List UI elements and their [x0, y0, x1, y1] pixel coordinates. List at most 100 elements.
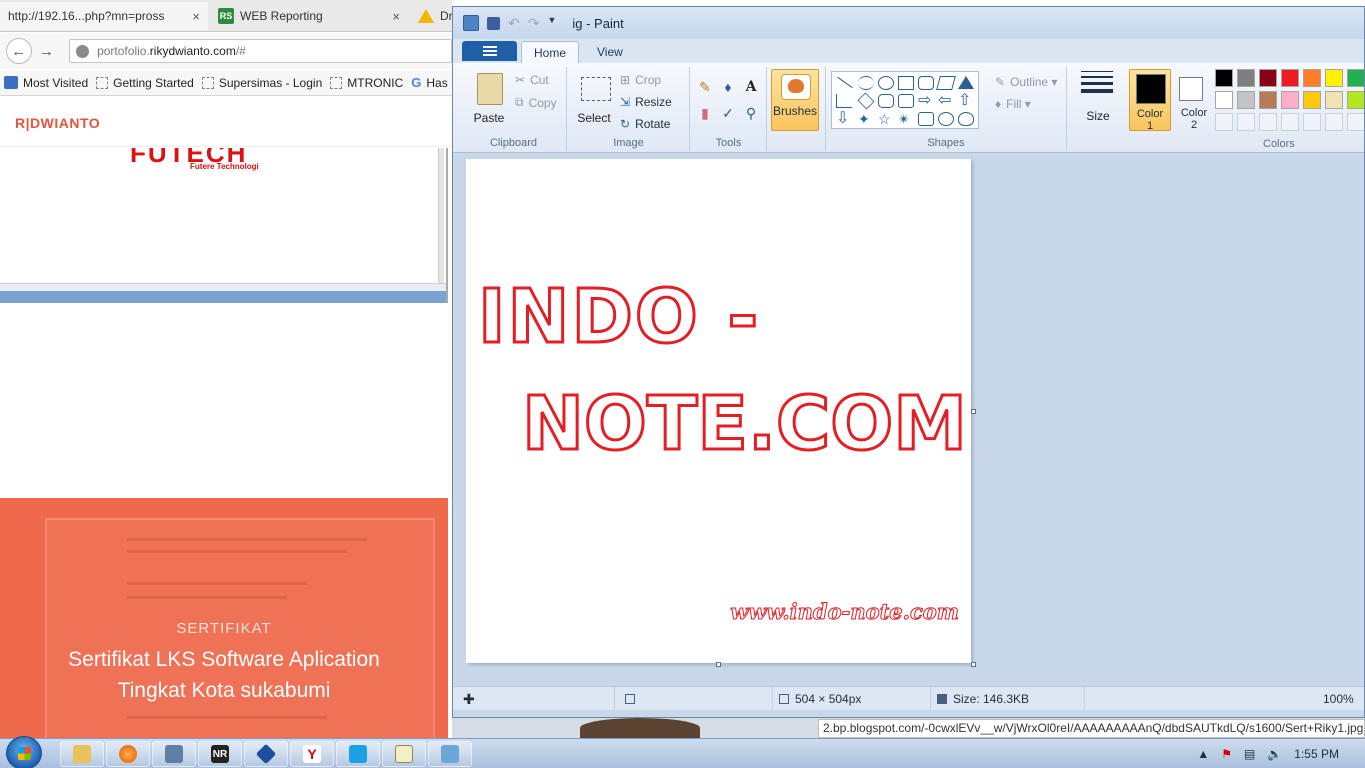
palette-swatch[interactable] — [1259, 113, 1277, 131]
taskbar-paint[interactable] — [428, 741, 472, 767]
palette-swatch[interactable] — [1325, 69, 1343, 87]
certificate-card[interactable]: SERTIFIKAT Sertifikat LKS Software Aplic… — [0, 498, 448, 738]
size-label[interactable]: Size — [1073, 109, 1123, 123]
palette-swatch[interactable] — [1347, 113, 1364, 131]
size-icon[interactable] — [1081, 71, 1113, 97]
bookmark-getting-started[interactable]: Getting Started — [96, 76, 194, 90]
rotate-button[interactable]: ↻ Rotate — [620, 117, 670, 131]
resize-handle-right[interactable] — [971, 409, 976, 414]
paint-app-icon[interactable] — [463, 15, 479, 31]
url-bar[interactable]: portofolio. rikydwianto.com/# — [69, 39, 452, 63]
callout-cloud-icon[interactable] — [958, 112, 974, 126]
taskbar-explorer[interactable] — [60, 741, 104, 767]
pencil-icon[interactable]: ✎ — [695, 77, 715, 97]
save-icon[interactable] — [487, 16, 500, 30]
zoom-level[interactable]: 100% — [1323, 687, 1354, 711]
quick-access-dropdown-icon[interactable]: ▼ — [547, 15, 556, 31]
palette-swatch[interactable] — [1281, 69, 1299, 87]
volume-icon[interactable]: 🔈 — [1267, 747, 1282, 761]
diamond-shape-icon[interactable] — [857, 92, 875, 110]
undo-icon[interactable]: ↶ — [508, 15, 520, 31]
magnifier-icon[interactable]: ⚲ — [741, 103, 761, 123]
palette-swatch[interactable] — [1281, 113, 1299, 131]
palette-swatch[interactable] — [1347, 69, 1364, 87]
bookmark-google[interactable]: G Has — [411, 75, 447, 90]
clock[interactable]: 1:55 PM — [1294, 747, 1339, 761]
shapes-gallery[interactable]: ⇨ ⇦ ⇧ ⇩ ✦ ☆ ✴ — [831, 71, 979, 129]
copy-button[interactable]: ⧉ Copy — [515, 95, 557, 110]
network-status-icon[interactable]: ▤ — [1244, 747, 1255, 761]
outline-dropdown[interactable]: ✎ Outline ▾ — [995, 75, 1057, 89]
taskbar-network[interactable] — [152, 741, 196, 767]
taskbar-firefox[interactable] — [106, 741, 150, 767]
polygon-shape-icon[interactable] — [936, 76, 956, 90]
pentagon-shape-icon[interactable] — [878, 94, 894, 108]
triangle-shape-icon[interactable] — [958, 76, 974, 89]
file-menu-button[interactable] — [462, 41, 517, 61]
palette-swatch[interactable] — [1215, 113, 1233, 131]
close-icon[interactable]: × — [392, 9, 400, 24]
taskbar-nr[interactable]: NR — [198, 741, 242, 767]
up-arrow-shape-icon[interactable]: ⇧ — [958, 93, 974, 109]
left-arrow-shape-icon[interactable]: ⇦ — [938, 93, 954, 109]
eraser-icon[interactable]: ▮ — [695, 103, 715, 123]
resize-handle-bottom[interactable] — [716, 662, 721, 667]
tab-web-reporting[interactable]: RS WEB Reporting × — [210, 2, 408, 30]
bookmark-mtronic[interactable]: MTRONIC — [330, 76, 403, 90]
taskbar-skype[interactable] — [336, 741, 380, 767]
palette-swatch[interactable] — [1215, 69, 1233, 87]
palette-swatch[interactable] — [1237, 113, 1255, 131]
fill-bucket-icon[interactable]: ♦ — [718, 77, 738, 97]
bookmark-supersimas[interactable]: Supersimas - Login — [201, 76, 322, 90]
palette-swatch[interactable] — [1303, 69, 1321, 87]
four-point-star-icon[interactable]: ✦ — [858, 112, 874, 126]
six-point-star-icon[interactable]: ✴ — [898, 112, 914, 126]
paste-button[interactable]: Paste — [465, 69, 513, 135]
drawing-canvas[interactable]: INDO - NOTE.COM www.indo-note.com — [466, 159, 971, 663]
callout-rect-icon[interactable] — [918, 112, 934, 126]
crop-button[interactable]: ⊞ Crop — [620, 73, 661, 87]
fill-dropdown[interactable]: ♦ Fill ▾ — [995, 97, 1031, 111]
show-hidden-icons-icon[interactable]: ▲ — [1197, 747, 1209, 761]
redo-icon[interactable]: ↷ — [528, 15, 540, 31]
oval-shape-icon[interactable] — [878, 76, 894, 90]
palette-swatch[interactable] — [1259, 69, 1277, 87]
forward-icon[interactable]: → — [34, 38, 60, 64]
text-tool-icon[interactable]: A — [741, 77, 761, 97]
right-triangle-shape-icon[interactable] — [836, 94, 852, 108]
resize-handle-corner[interactable] — [971, 662, 976, 667]
close-icon[interactable]: × — [192, 9, 200, 24]
palette-swatch[interactable] — [1215, 91, 1233, 109]
palette-swatch[interactable] — [1303, 91, 1321, 109]
color-picker-icon[interactable]: ✓ — [718, 103, 738, 123]
start-button[interactable] — [6, 736, 42, 768]
callout-oval-icon[interactable] — [938, 112, 954, 126]
palette-swatch[interactable] — [1237, 69, 1255, 87]
down-arrow-shape-icon[interactable]: ⇩ — [836, 111, 852, 127]
tab-drive[interactable]: Dri — [410, 2, 452, 30]
site-logo[interactable]: R|DWIANTO — [15, 115, 100, 131]
right-arrow-shape-icon[interactable]: ⇨ — [918, 93, 934, 109]
palette-swatch[interactable] — [1259, 91, 1277, 109]
tab-report-php[interactable]: http://192.16...php?mn=pross × — [0, 2, 208, 30]
taskbar-app[interactable] — [244, 741, 288, 767]
select-button[interactable]: Select — [568, 69, 620, 135]
palette-swatch[interactable] — [1237, 91, 1255, 109]
action-center-icon[interactable]: ⚑ — [1221, 747, 1232, 761]
color2-button[interactable]: Color 2 — [1173, 69, 1215, 131]
palette-swatch[interactable] — [1281, 91, 1299, 109]
bookmark-most-visited[interactable]: Most Visited — [4, 76, 88, 90]
hexagon-shape-icon[interactable] — [898, 94, 914, 108]
color1-button[interactable]: Color 1 — [1129, 69, 1171, 132]
taskbar-yandex[interactable]: Y — [290, 741, 334, 767]
taskbar-notepad[interactable] — [382, 741, 426, 767]
palette-swatch[interactable] — [1347, 91, 1364, 109]
resize-button[interactable]: ⇲ Resize — [620, 95, 672, 109]
rectangle-shape-icon[interactable] — [898, 76, 914, 90]
palette-swatch[interactable] — [1303, 113, 1321, 131]
back-icon[interactable]: ← — [6, 38, 32, 64]
curve-shape-icon[interactable] — [858, 76, 874, 90]
five-point-star-icon[interactable]: ☆ — [878, 112, 894, 126]
line-shape-icon[interactable] — [837, 76, 853, 89]
palette-swatch[interactable] — [1325, 91, 1343, 109]
